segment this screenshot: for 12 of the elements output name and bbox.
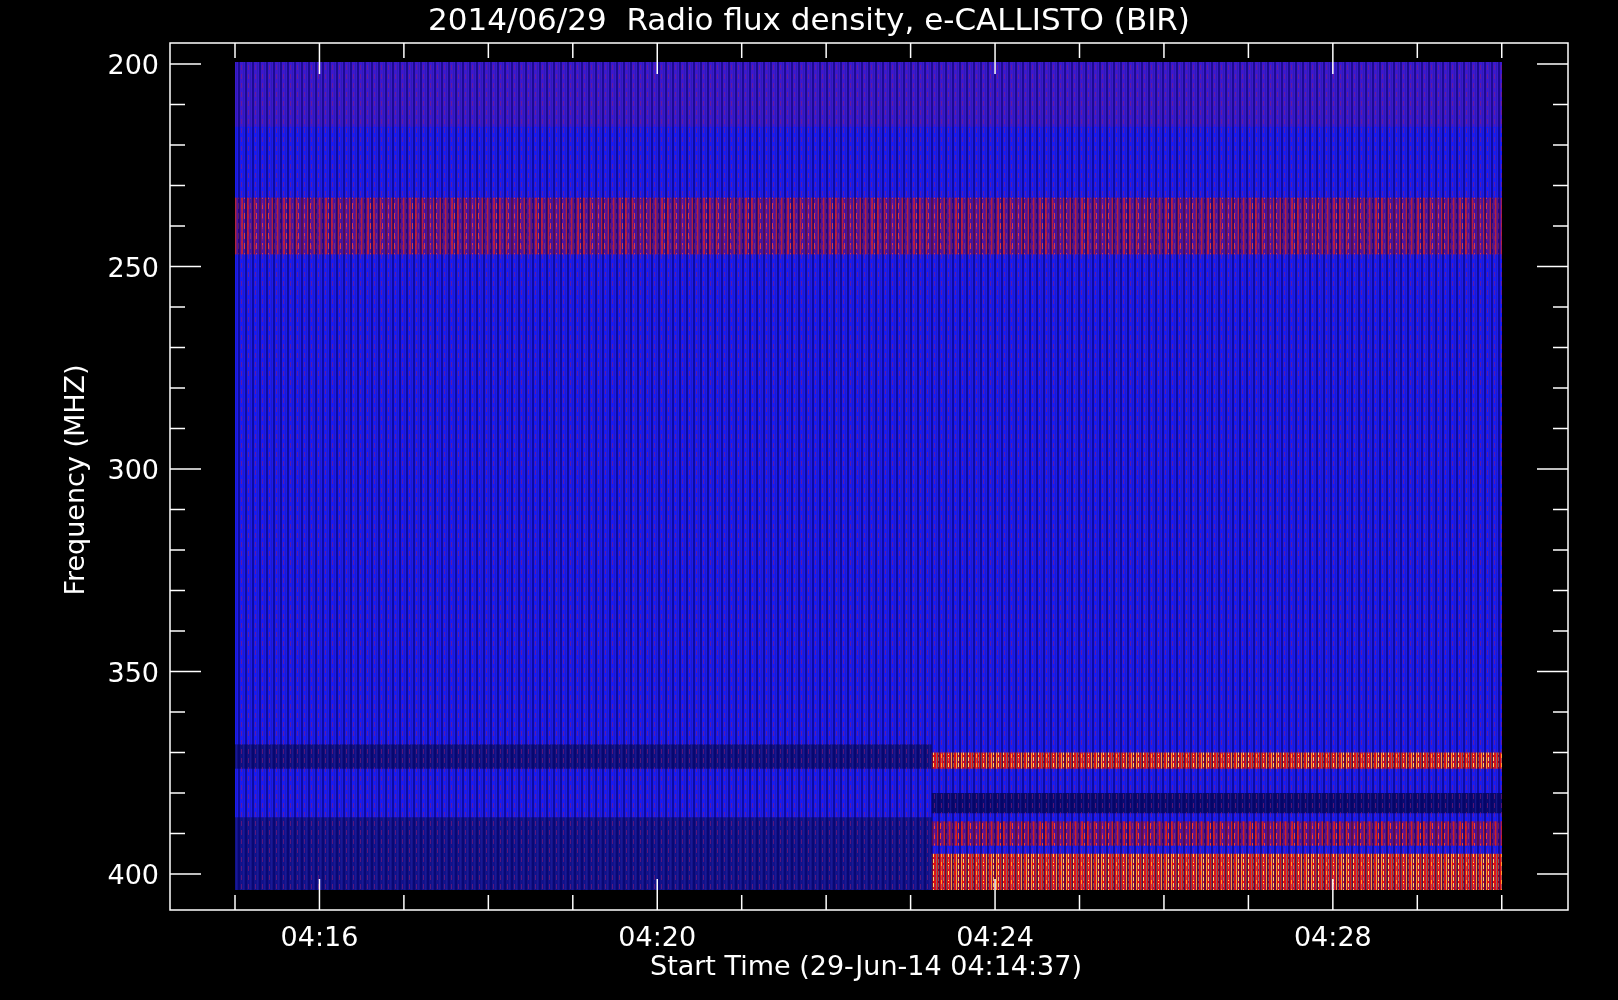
y-tick-label: 350 (107, 656, 159, 688)
x-tick-label: 04:16 (280, 921, 359, 952)
y-tick-label: 200 (107, 49, 159, 80)
x-tick-label: 04:20 (618, 921, 697, 952)
y-axis-label: Frequency (MHZ) (59, 364, 90, 596)
plot-title: 2014/06/29 Radio flux density, e-CALLISTO (BIR) (428, 1, 1190, 37)
y-tick-label: 250 (107, 251, 159, 283)
x-tick-label: 04:24 (956, 921, 1034, 952)
x-axis-label: Start Time (29-Jun-14 04:14:37) (650, 950, 1082, 981)
y-tick-label: 300 (107, 454, 159, 485)
y-tick-label: 400 (107, 859, 159, 890)
x-tick-label: 04:28 (1293, 921, 1372, 952)
